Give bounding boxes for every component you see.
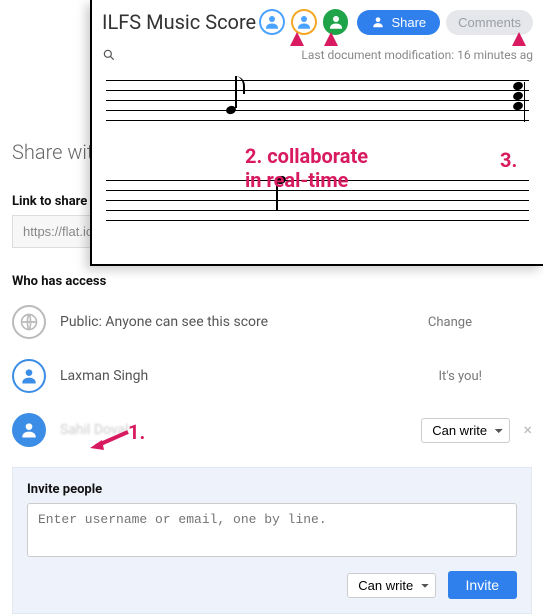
music-sheet[interactable] [92, 70, 543, 232]
permission-select[interactable]: Can write [421, 418, 510, 443]
invite-textarea[interactable] [27, 503, 517, 557]
editor-overlay: ILFS Music Score Share Comments Last doc… [90, 0, 543, 266]
search-icon[interactable] [102, 48, 116, 62]
music-staff-2 [106, 170, 529, 232]
change-link[interactable]: Change [428, 315, 472, 330]
globe-icon [12, 305, 46, 339]
access-row-public: Public: Anyone can see this score Change [12, 295, 532, 349]
collaborator-avatar-3[interactable] [323, 9, 349, 35]
collaborator-avatar-1[interactable] [259, 9, 285, 35]
user-icon [12, 359, 46, 393]
collab-permission: Can write × [421, 418, 532, 443]
share-button-label: Share [391, 15, 426, 30]
invite-people-label: Invite people [27, 482, 517, 497]
share-icon [371, 15, 385, 29]
note-flag [235, 76, 245, 94]
share-button[interactable]: Share [357, 10, 440, 35]
remove-collab-icon[interactable]: × [523, 420, 532, 439]
document-title: ILFS Music Score [102, 10, 256, 34]
invite-box: Invite people Can write Invite [12, 467, 532, 614]
editor-subtoolbar: Last document modification: 16 minutes a… [92, 44, 543, 70]
its-you-label: It's you! [439, 369, 482, 384]
comments-button[interactable]: Comments [446, 10, 533, 35]
access-row-owner: Laxman Singh It's you! [12, 349, 532, 403]
editor-topbar: ILFS Music Score Share Comments [92, 0, 543, 44]
note-stem [276, 180, 278, 210]
note-stem [524, 82, 526, 122]
who-has-access-label: Who has access [12, 274, 532, 289]
user-icon [12, 413, 46, 447]
invite-permission-select[interactable]: Can write [347, 573, 436, 598]
collaborator-avatar-2[interactable] [291, 9, 317, 35]
last-modified-text: Last document modification: 16 minutes a… [301, 48, 533, 62]
owner-name: Laxman Singh [60, 368, 439, 384]
annotation-arrow [90, 430, 130, 450]
invite-button[interactable]: Invite [448, 571, 517, 599]
music-staff-1 [106, 70, 529, 132]
public-text: Public: Anyone can see this score [60, 314, 428, 330]
